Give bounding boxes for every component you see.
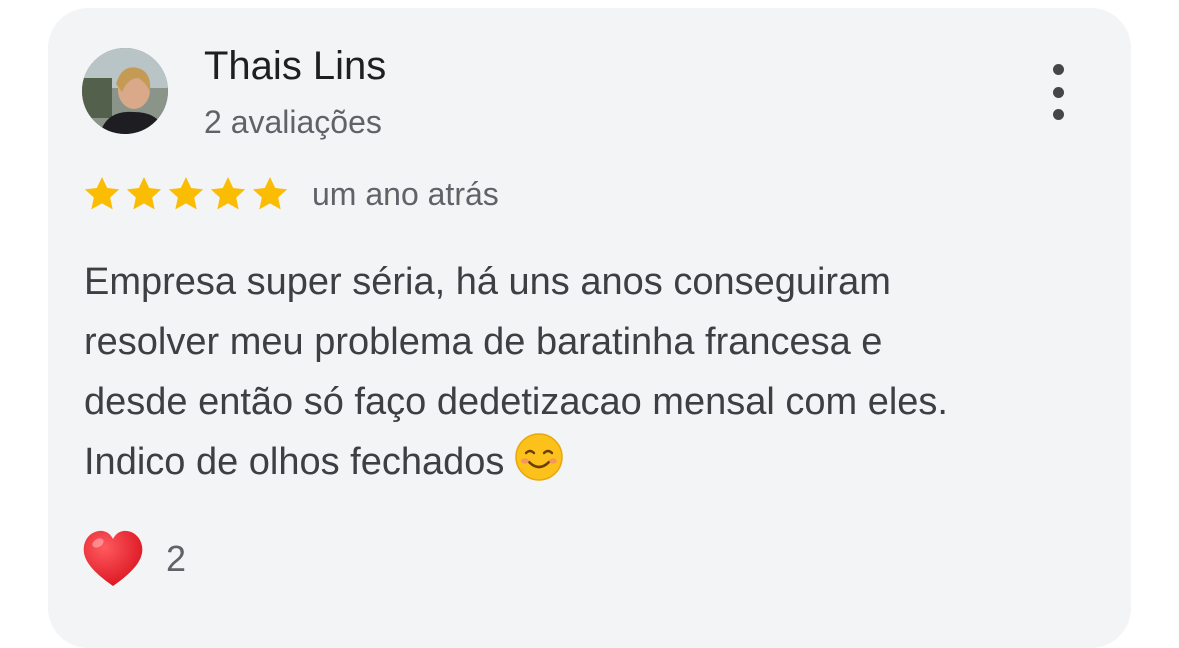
review-time: um ano atrás [312, 176, 499, 212]
review-count: 2 avaliações [204, 104, 382, 140]
more-vert-icon-dot [1052, 109, 1064, 120]
star-rating [82, 174, 290, 214]
avatar-photo [82, 48, 168, 134]
reaction-count: 2 [166, 538, 187, 579]
star-icon [126, 177, 162, 210]
heart-icon [83, 530, 143, 586]
star-icon [252, 177, 288, 210]
more-vert-icon [1052, 64, 1064, 75]
more-options-button[interactable] [1038, 64, 1078, 120]
avatar[interactable] [82, 48, 168, 134]
more-vert-icon-dot [1052, 86, 1064, 98]
star-icon [210, 177, 246, 210]
like-reaction-button[interactable]: 2 [80, 526, 186, 592]
star-icon [84, 177, 120, 210]
smiling-face-emoji [515, 433, 564, 481]
star-icon [168, 177, 204, 210]
review-text: Empresa super séria, há uns anos consegu… [84, 252, 1094, 492]
reviewer-name[interactable]: Thais Lins [204, 44, 386, 88]
